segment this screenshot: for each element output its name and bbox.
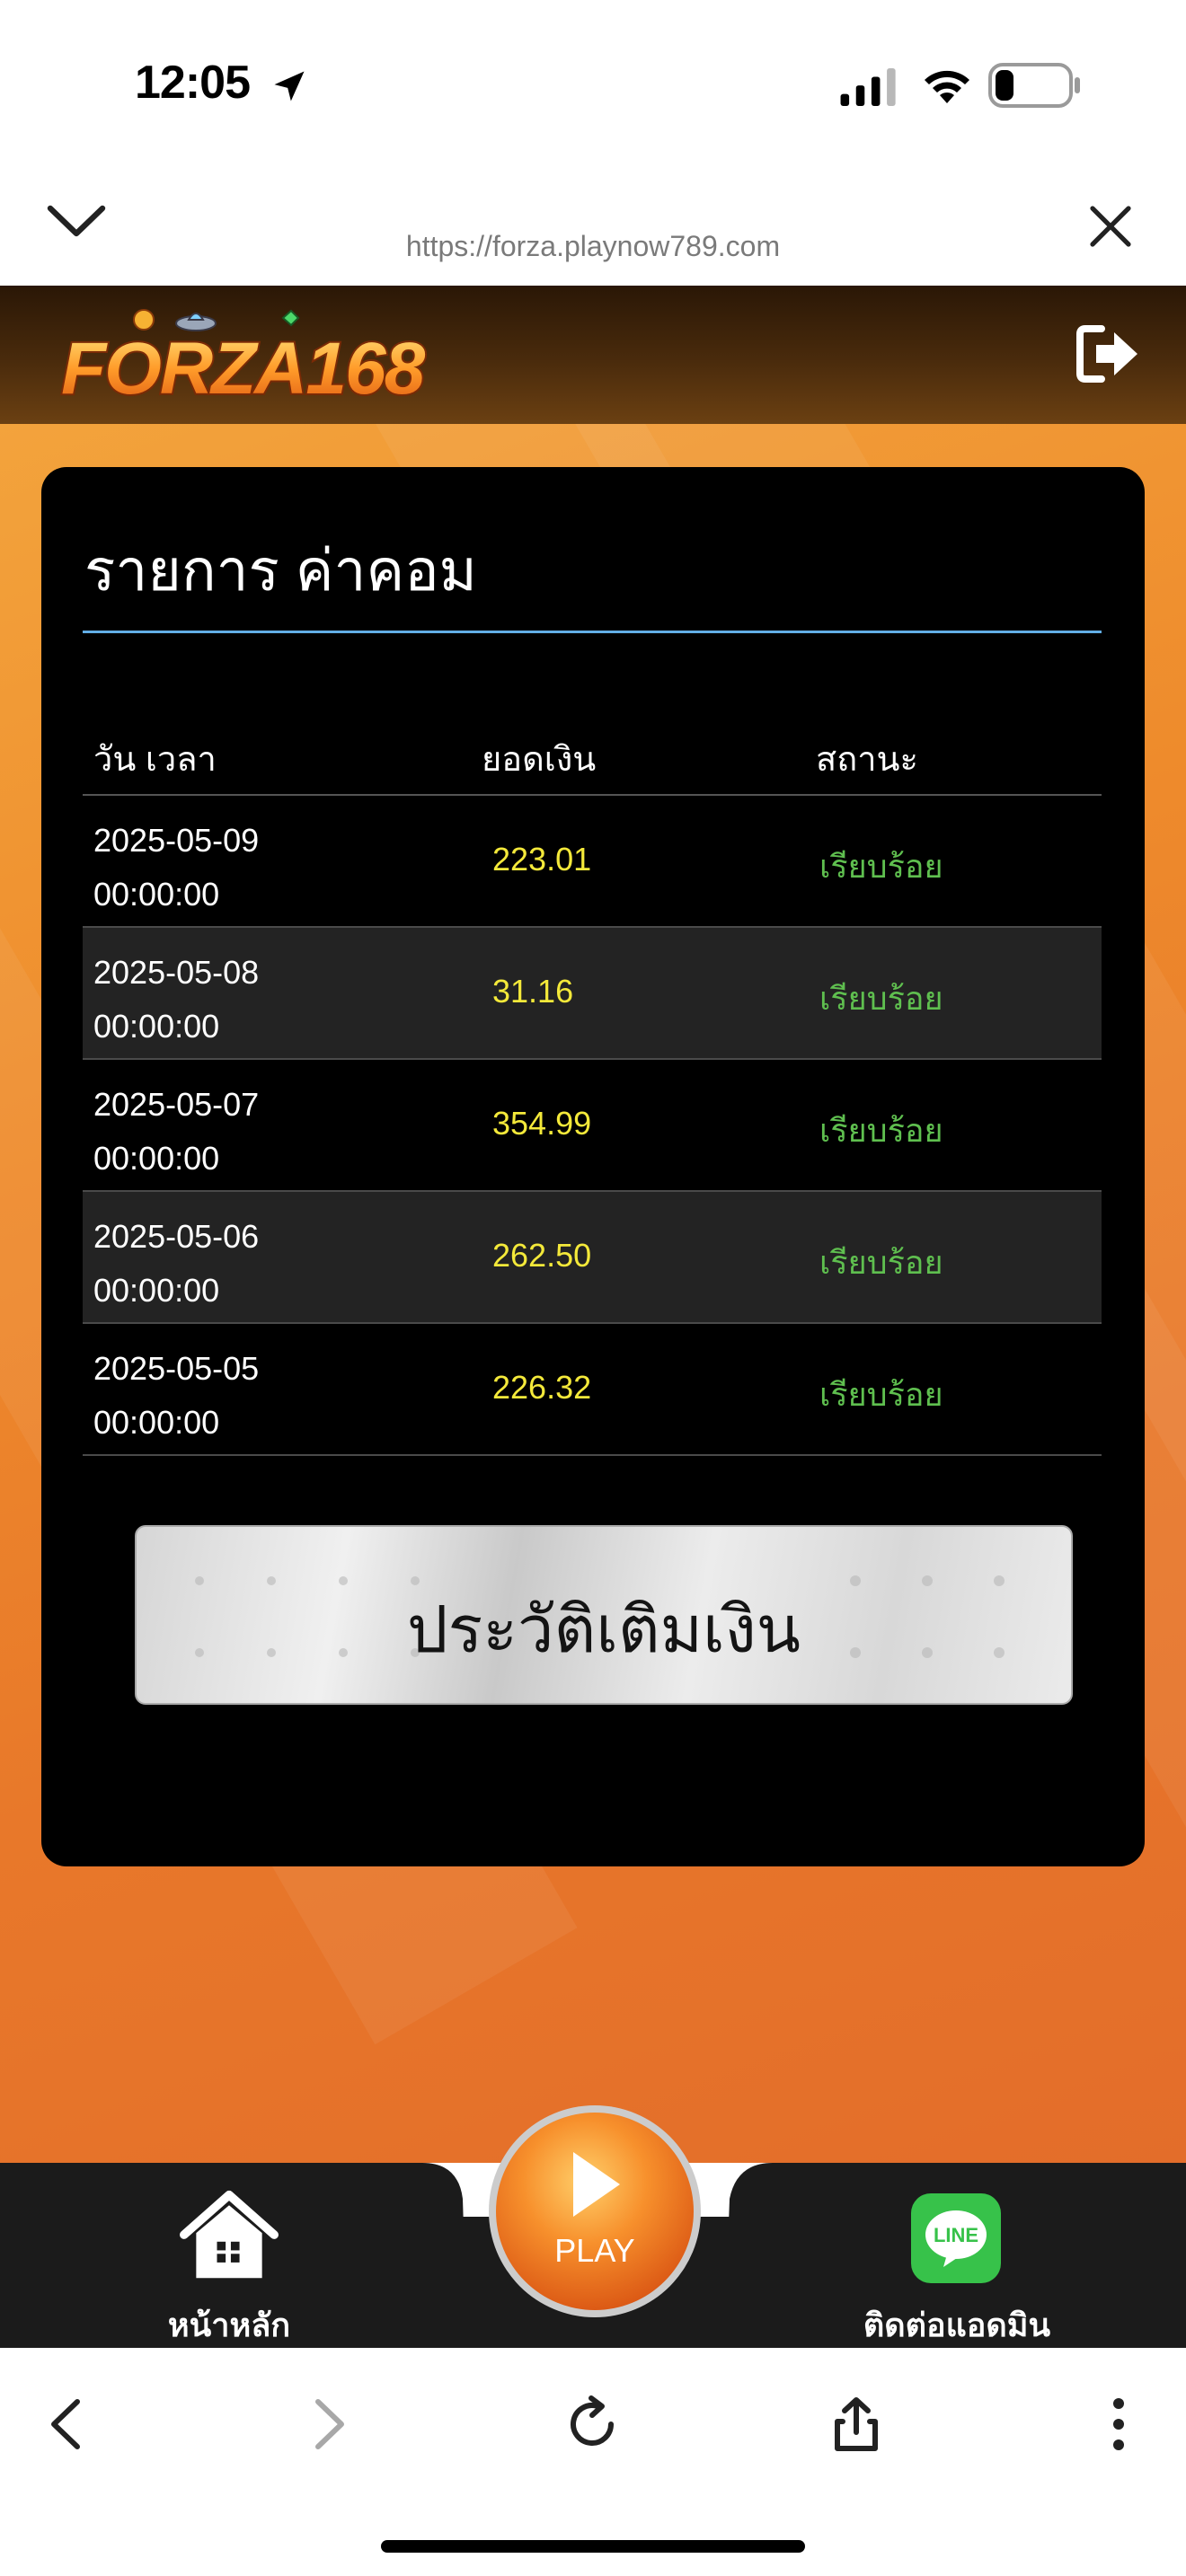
reload-icon[interactable] — [561, 2393, 624, 2456]
row-datetime: 2025-05-09 00:00:00 — [93, 814, 259, 922]
wifi-icon — [925, 70, 969, 103]
status-time: 12:05 — [135, 57, 251, 109]
table-row: 2025-05-05 00:00:00 226.32 เรียบร้อย — [83, 1324, 1102, 1456]
browser-header: https://forza.playnow789.com — [0, 171, 1186, 286]
line-badge-text: LINE — [934, 2224, 978, 2246]
table-row: 2025-05-09 00:00:00 223.01 เรียบร้อย — [83, 796, 1102, 928]
battery-icon — [988, 63, 1080, 108]
logout-icon[interactable] — [1075, 323, 1143, 384]
table-row: 2025-05-07 00:00:00 354.99 เรียบร้อย — [83, 1060, 1102, 1192]
forward-icon[interactable] — [296, 2393, 359, 2456]
close-icon[interactable] — [1087, 203, 1134, 250]
table-row: 2025-05-08 00:00:00 31.16 เรียบร้อย — [83, 928, 1102, 1060]
column-header-amount: ยอดเงิน — [482, 741, 597, 779]
row-date: 2025-05-06 — [93, 1218, 260, 1255]
row-amount: 31.16 — [492, 973, 574, 1010]
row-date: 2025-05-08 — [93, 954, 260, 991]
topup-history-button[interactable]: ประวัติเติมเงิน — [135, 1525, 1073, 1705]
row-datetime: 2025-05-05 00:00:00 — [93, 1342, 259, 1450]
play-label: PLAY — [554, 2232, 634, 2269]
row-date: 2025-05-09 — [93, 822, 260, 859]
svg-text:FORZA168: FORZA168 — [61, 328, 426, 410]
site-header: FORZA168 — [0, 286, 1186, 424]
home-icon — [180, 2190, 279, 2279]
row-status: เรียบร้อย — [819, 1244, 943, 1281]
more-options-icon[interactable] — [1087, 2393, 1150, 2456]
row-status: เรียบร้อย — [819, 1376, 943, 1413]
home-indicator — [381, 2540, 805, 2553]
location-arrow-icon — [274, 71, 305, 101]
row-datetime: 2025-05-06 00:00:00 — [93, 1210, 259, 1318]
row-amount: 262.50 — [492, 1237, 592, 1274]
row-status: เรียบร้อย — [819, 1112, 943, 1149]
nav-contact-admin[interactable]: LINE ติดต่อแอดมิน — [854, 2184, 1060, 2346]
row-date: 2025-05-07 — [93, 1086, 260, 1123]
status-bar: 12:05 — [0, 0, 1186, 171]
nav-contact-label: ติดต่อแอดมิน — [863, 2307, 1051, 2343]
row-datetime: 2025-05-07 00:00:00 — [93, 1078, 259, 1186]
row-time: 00:00:00 — [93, 876, 220, 913]
row-time: 00:00:00 — [93, 1404, 220, 1441]
column-header-status: สถานะ — [816, 741, 918, 779]
topup-history-label: ประวัติเติมเงิน — [406, 1594, 801, 1666]
table-header: วัน เวลา ยอดเงิน สถานะ — [83, 702, 1102, 796]
column-header-datetime: วัน เวลา — [93, 741, 217, 779]
page-title: รายการ ค่าคอม — [84, 538, 477, 603]
table-row: 2025-05-06 00:00:00 262.50 เรียบร้อย — [83, 1192, 1102, 1324]
row-amount: 226.32 — [492, 1369, 592, 1406]
row-time: 00:00:00 — [93, 1008, 220, 1045]
row-time: 00:00:00 — [93, 1272, 220, 1309]
commission-panel: รายการ ค่าคอม วัน เวลา ยอดเงิน สถานะ 202… — [41, 467, 1145, 1866]
forza168-logo[interactable]: FORZA168 — [54, 298, 449, 413]
cellular-signal-icon — [840, 68, 896, 106]
play-button[interactable]: PLAY — [485, 2102, 704, 2321]
row-date: 2025-05-05 — [93, 1350, 260, 1387]
row-status: เรียบร้อย — [819, 848, 943, 885]
back-icon[interactable] — [36, 2393, 99, 2456]
row-amount: 223.01 — [492, 841, 592, 878]
nav-home[interactable]: หน้าหลัก — [162, 2184, 296, 2346]
row-amount: 354.99 — [492, 1105, 592, 1142]
row-datetime: 2025-05-08 00:00:00 — [93, 946, 259, 1054]
row-status: เรียบร้อย — [819, 980, 943, 1017]
commission-table: วัน เวลา ยอดเงิน สถานะ 2025-05-09 00:00:… — [83, 702, 1102, 1456]
row-time: 00:00:00 — [93, 1140, 220, 1177]
title-divider — [83, 631, 1102, 633]
share-icon[interactable] — [825, 2393, 888, 2456]
nav-home-label: หน้าหลัก — [167, 2307, 291, 2343]
line-app-icon: LINE — [911, 2193, 1001, 2283]
url-display[interactable]: https://forza.playnow789.com — [0, 230, 1186, 263]
